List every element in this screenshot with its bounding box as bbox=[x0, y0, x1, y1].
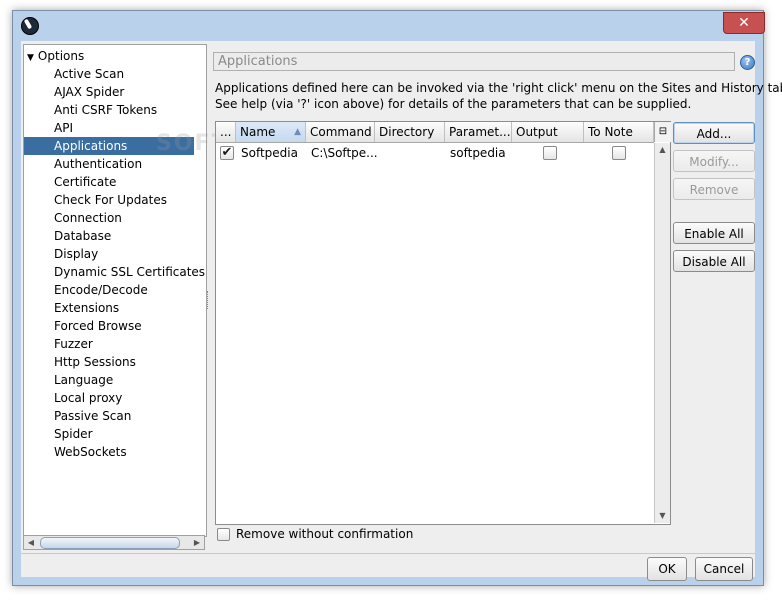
tree-horizontal-scrollbar[interactable]: ◀ ▶ bbox=[23, 535, 205, 550]
title-bar[interactable]: ✕ bbox=[13, 11, 765, 39]
tree-item-dynamic-ssl-certificates[interactable]: Dynamic SSL Certificates bbox=[54, 263, 205, 281]
scroll-right-icon[interactable]: ▶ bbox=[190, 536, 204, 549]
tree-item-encode-decode[interactable]: Encode/Decode bbox=[54, 281, 148, 299]
tree-item-check-for-updates[interactable]: Check For Updates bbox=[54, 191, 167, 209]
zap-logo-icon bbox=[21, 17, 39, 35]
expand-triangle-icon[interactable]: ▼ bbox=[27, 53, 34, 63]
tree-item-authentication[interactable]: Authentication bbox=[54, 155, 142, 173]
options-tree[interactable]: ▼ Options Active Scan AJAX Spider Anti CSRF… bbox=[23, 44, 207, 537]
description-line-2: See help (via '?' icon above) for detail… bbox=[215, 97, 692, 111]
column-header-directory[interactable]: Directory bbox=[375, 122, 445, 142]
remove-without-confirmation-option[interactable]: Remove without confirmation bbox=[217, 527, 413, 542]
ok-button[interactable]: OK bbox=[647, 557, 687, 581]
column-header-to-note[interactable]: To Note bbox=[584, 122, 654, 142]
tree-item-anti-csrf-tokens[interactable]: Anti CSRF Tokens bbox=[54, 101, 157, 119]
options-dialog: ✕ ▼ Options Active Scan AJAX Spider Anti CS… bbox=[12, 10, 782, 586]
tree-item-display[interactable]: Display bbox=[54, 245, 98, 263]
close-button[interactable]: ✕ bbox=[723, 12, 765, 34]
button-bar-divider bbox=[21, 553, 755, 554]
scroll-down-icon[interactable]: ▼ bbox=[655, 509, 670, 523]
scroll-left-icon[interactable]: ◀ bbox=[24, 536, 38, 549]
tree-item-connection[interactable]: Connection bbox=[54, 209, 122, 227]
tree-item-websockets[interactable]: WebSockets bbox=[54, 443, 127, 461]
tree-item-database[interactable]: Database bbox=[54, 227, 111, 245]
column-header-name[interactable]: Name ▲ bbox=[236, 122, 306, 142]
remove-button[interactable]: Remove bbox=[673, 178, 755, 200]
tree-item-ajax-spider[interactable]: AJAX Spider bbox=[54, 83, 124, 101]
scrollbar-thumb[interactable] bbox=[40, 537, 180, 549]
column-header-parameters[interactable]: Paramet... bbox=[445, 122, 512, 142]
tree-item-passive-scan[interactable]: Passive Scan bbox=[54, 407, 131, 425]
scroll-up-icon[interactable]: ▲ bbox=[655, 143, 670, 157]
tree-item-spider[interactable]: Spider bbox=[54, 425, 93, 443]
row-enabled-checkbox[interactable]: ✔ bbox=[220, 146, 234, 160]
tree-root-label: Options bbox=[37, 49, 85, 63]
row-output-checkbox[interactable] bbox=[543, 146, 557, 160]
tree-item-api[interactable]: API bbox=[54, 119, 73, 137]
tree-item-active-scan[interactable]: Active Scan bbox=[54, 65, 124, 83]
row-to-note-checkbox[interactable] bbox=[612, 146, 626, 160]
remove-without-confirmation-checkbox[interactable] bbox=[217, 528, 230, 541]
table-vertical-scrollbar[interactable]: ▲ ▼ bbox=[654, 143, 670, 523]
tree-item-http-sessions[interactable]: Http Sessions bbox=[54, 353, 136, 371]
column-header-command[interactable]: Command bbox=[306, 122, 375, 142]
applications-table[interactable]: ... Name ▲ Command Directory Paramet... … bbox=[215, 121, 671, 525]
tree-item-certificate[interactable]: Certificate bbox=[54, 173, 116, 191]
column-header-output[interactable]: Output bbox=[512, 122, 584, 142]
dialog-body: ▼ Options Active Scan AJAX Spider Anti CSRF… bbox=[21, 41, 782, 581]
modify-button[interactable]: Modify... bbox=[673, 150, 755, 172]
remove-without-confirmation-label: Remove without confirmation bbox=[236, 527, 414, 541]
cancel-button[interactable]: Cancel bbox=[695, 557, 753, 581]
row-command: C:\Softpe... bbox=[311, 146, 378, 160]
description-line-1: Applications defined here can be invoked… bbox=[215, 81, 782, 95]
tree-root-options[interactable]: ▼ Options bbox=[27, 47, 84, 65]
tree-item-local-proxy[interactable]: Local proxy bbox=[54, 389, 122, 407]
enable-all-button[interactable]: Enable All bbox=[673, 222, 755, 244]
split-pane-divider[interactable] bbox=[207, 291, 210, 309]
sort-ascending-icon: ▲ bbox=[294, 127, 301, 137]
tree-item-extensions[interactable]: Extensions bbox=[54, 299, 119, 317]
row-name: Softpedia bbox=[241, 146, 298, 160]
tree-item-language[interactable]: Language bbox=[54, 371, 113, 389]
table-row[interactable]: ✔ Softpedia C:\Softpe... softpedia bbox=[216, 143, 654, 163]
column-header-enabled[interactable]: ... bbox=[216, 122, 236, 142]
tree-item-forced-browse[interactable]: Forced Browse bbox=[54, 317, 142, 335]
panel-description: Applications defined here can be invoked… bbox=[215, 80, 782, 112]
panel-title: Applications bbox=[213, 52, 735, 71]
row-parameters: softpedia bbox=[450, 146, 506, 160]
column-header-name-label: Name bbox=[240, 125, 276, 139]
disable-all-button[interactable]: Disable All bbox=[673, 250, 755, 272]
add-button[interactable]: Add... bbox=[673, 122, 755, 144]
column-control-icon[interactable]: ⊟ bbox=[654, 122, 671, 142]
tree-item-fuzzer[interactable]: Fuzzer bbox=[54, 335, 93, 353]
table-header: ... Name ▲ Command Directory Paramet... … bbox=[216, 122, 654, 143]
help-icon[interactable]: ? bbox=[740, 55, 755, 70]
